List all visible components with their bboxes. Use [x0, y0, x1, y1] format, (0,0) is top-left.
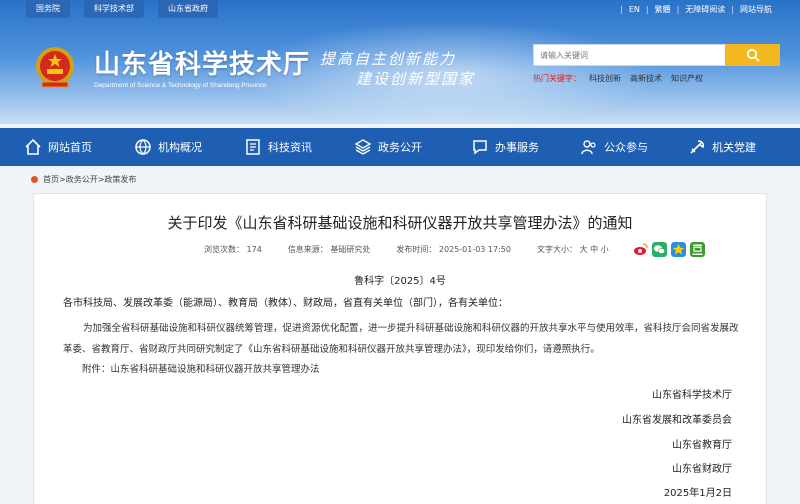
signature-4: 山东省财政厅 — [672, 464, 732, 475]
header: 国务院 科学技术部 山东省政府 | EN | 繁體 | 无障碍阅读 | 网站导航… — [0, 0, 800, 124]
top-links: 国务院 科学技术部 山东省政府 — [26, 0, 232, 18]
hot-keywords: 热门关键字： 科技创新 高新技术 知识产权 — [533, 73, 712, 84]
news-icon — [246, 139, 260, 155]
slogan-line-1: 提高自主创新能力 — [320, 50, 457, 68]
search-bar — [533, 44, 780, 66]
top-link-most[interactable]: 科学技术部 — [84, 0, 144, 18]
article-title: 关于印发《山东省科研基础设施和科研仪器开放共享管理办法》的通知 — [167, 214, 633, 232]
search-button[interactable] — [725, 44, 780, 66]
slogan-line-2: 建设创新型国家 — [356, 70, 476, 88]
hot-keyword-2[interactable]: 高新技术 — [630, 73, 662, 84]
hot-keywords-label: 热门关键字： — [533, 74, 581, 83]
nav-label: 公众参与 — [604, 141, 648, 154]
article-body: 为加强全省科研基础设施和科研仪器统筹管理，促进资源优化配置，进一步提升科研基础设… — [63, 323, 739, 355]
nav-item-overview[interactable]: 机构概况 — [134, 128, 244, 166]
people-icon — [581, 140, 596, 155]
nav-label: 机构概况 — [158, 141, 202, 154]
document-number: 鲁科字〔2025〕4号 — [354, 276, 446, 287]
search-icon — [746, 48, 759, 62]
attachment-link[interactable]: 附件：山东省科研基础设施和科研仪器开放共享管理办法 — [82, 361, 320, 375]
view-count: 浏览次数： 174 — [204, 245, 262, 254]
nav-label: 网站首页 — [48, 141, 92, 154]
nav-item-gov-affairs[interactable]: 政务公开 — [354, 128, 471, 166]
main-nav: 网站首页 机构概况 科技资讯 政务公开 办事服务 公众参与 机关党建 — [0, 128, 800, 166]
nav-label: 政务公开 — [378, 141, 422, 154]
nav-item-services[interactable]: 办事服务 — [471, 128, 580, 166]
wechat-icon[interactable] — [652, 242, 667, 257]
top-bar: 国务院 科学技术部 山东省政府 | EN | 繁體 | 无障碍阅读 | 网站导航 — [0, 0, 800, 18]
sign-date: 2025年1月2日 — [663, 488, 732, 499]
chat-icon — [473, 140, 487, 155]
hot-keyword-1[interactable]: 科技创新 — [589, 73, 621, 84]
publish-time: 发布时间： 2025-01-03 17:50 — [396, 245, 511, 254]
top-link-provincial-gov[interactable]: 山东省政府 — [158, 0, 218, 18]
nav-item-news[interactable]: 科技资讯 — [244, 128, 354, 166]
font-size-control[interactable]: 文字大小： 大 中 小 — [537, 244, 609, 255]
info-source: 信息来源： 基础研究处 — [287, 245, 371, 254]
breadcrumb-text[interactable]: 首页>政务公开>政策发布 — [43, 174, 136, 185]
qzone-icon[interactable] — [671, 242, 686, 257]
nav-label: 机关党建 — [712, 141, 756, 154]
signature-3: 山东省教育厅 — [672, 440, 732, 451]
layers-icon — [354, 139, 372, 155]
salutation: 各市科技局、发展改革委（能源局）、教育局（教体）、财政局，省直有关单位（部门），… — [63, 298, 508, 309]
hot-keyword-3[interactable]: 知识产权 — [671, 73, 703, 84]
search-input[interactable] — [533, 44, 725, 66]
share-buttons — [633, 242, 709, 257]
site-nav-link[interactable]: 网站导航 — [740, 4, 772, 15]
accessibility-link[interactable]: 无障碍阅读 — [685, 4, 725, 15]
douban-icon[interactable] — [690, 242, 705, 257]
utility-links: | EN | 繁體 | 无障碍阅读 | 网站导航 — [620, 4, 772, 15]
nav-item-participation[interactable]: 公众参与 — [580, 128, 688, 166]
home-icon — [25, 138, 41, 155]
top-link-state-council[interactable]: 国务院 — [26, 0, 70, 18]
breadcrumb: 首页>政务公开>政策发布 — [31, 174, 136, 185]
breadcrumb-bullet-icon — [31, 176, 38, 183]
signature-1: 山东省科学技术厅 — [652, 390, 732, 401]
nav-item-party[interactable]: 机关党建 — [688, 128, 788, 166]
english-link[interactable]: EN — [629, 5, 640, 14]
site-title[interactable]: 山东省科学技术厅 — [94, 44, 310, 81]
nav-label: 办事服务 — [495, 141, 539, 154]
nav-label: 科技资讯 — [268, 141, 312, 154]
national-emblem-icon — [36, 47, 74, 88]
weibo-icon[interactable] — [633, 242, 648, 257]
party-icon — [690, 140, 705, 154]
site-subtitle: Department of Science & Technology of Sh… — [94, 82, 267, 89]
signature-2: 山东省发展和改革委员会 — [622, 415, 732, 426]
nav-item-home[interactable]: 网站首页 — [24, 128, 134, 166]
traditional-link[interactable]: 繁體 — [655, 4, 671, 15]
globe-icon — [135, 139, 151, 155]
article-meta: 浏览次数： 174 信息来源： 基础研究处 发布时间： 2025-01-03 1… — [204, 244, 635, 255]
